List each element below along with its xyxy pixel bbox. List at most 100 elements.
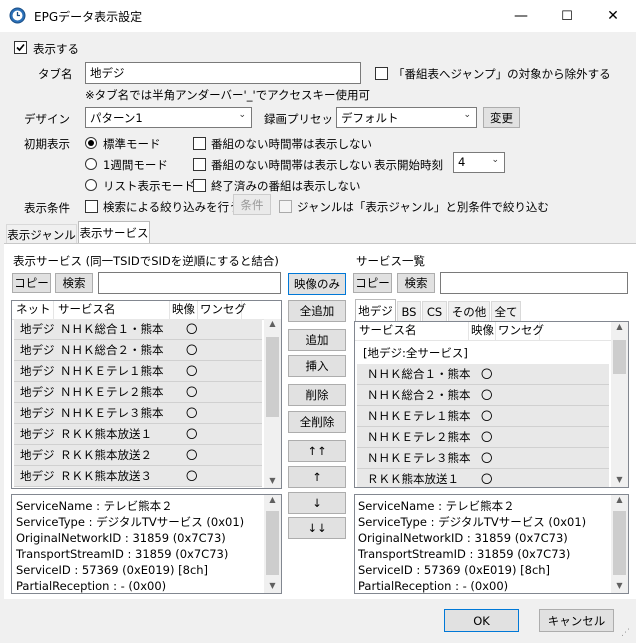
close-button[interactable]: ✕ (590, 0, 636, 32)
left-panel-title: 表示サービス (同一TSIDでSIDを逆順にすると結合) (13, 254, 279, 268)
insert-button[interactable]: 挿入 (288, 355, 346, 377)
move-bottom-button[interactable]: ↓↓ (288, 517, 346, 539)
table-row[interactable]: 地デジ ＮＨＫＥテレ２熊本 〇 (14, 382, 262, 403)
list-item[interactable]: ＲＫＫ熊本放送１ 〇 (357, 469, 609, 487)
start-time-value: 4 (458, 155, 466, 169)
show-checkbox[interactable] (14, 41, 27, 54)
list-item[interactable]: ＮＨＫＥテレ３熊本〇 (357, 448, 609, 469)
col-video[interactable]: 映像 (170, 301, 198, 319)
service-list-scrollbar[interactable]: ▲ ▼ (611, 322, 628, 487)
scroll-thumb[interactable] (266, 337, 279, 417)
scroll-down-icon[interactable]: ▼ (611, 581, 628, 590)
selected-service-list[interactable]: ネット サービス名 映像 ワンセグ 地デジ ＮＨＫ総合１・熊本〇 地デジ ＮＨＫ総合… (11, 300, 282, 489)
service-list[interactable]: サービス名 映像 ワンセグ [地デジ:全サービス] ＮＨＫ総合１・熊本〇 ＮＨＫ… (354, 321, 629, 488)
info-line: TransportStreamID : 31859 (0x7C73) (16, 547, 229, 561)
net-tab-other[interactable]: その他 (448, 301, 490, 321)
col-service-name[interactable]: サービス名 (355, 322, 469, 340)
right-copy-button[interactable]: コピー (353, 273, 392, 293)
list-item[interactable]: ＮＨＫ総合２・熊本〇 (357, 385, 609, 406)
exclude-jump-checkbox[interactable] (375, 67, 388, 80)
design-select[interactable]: パターン1 ⌄ (85, 107, 252, 128)
video-only-button[interactable]: 映像のみ (288, 273, 346, 295)
search-filter-checkbox[interactable] (85, 200, 98, 213)
col-oneseg[interactable]: ワンセグ (198, 301, 246, 319)
left-list-scrollbar[interactable]: ▲ ▼ (264, 319, 281, 488)
add-button[interactable]: 追加 (288, 329, 346, 351)
cell-name: ＮＨＫＥテレ３熊本 (60, 406, 164, 420)
table-row[interactable]: 地デジ ＲＫＫ熊本放送２ 〇 (14, 445, 262, 466)
cell-video: 〇 (186, 469, 198, 483)
left-search-button[interactable]: 検索 (55, 273, 93, 293)
right-search-button[interactable]: 検索 (397, 273, 435, 293)
cancel-button[interactable]: キャンセル (539, 609, 614, 632)
checkmark-icon (16, 43, 25, 52)
col-net[interactable]: ネット (12, 301, 54, 319)
table-row[interactable]: 地デジ ＮＨＫ総合１・熊本 〇 (14, 319, 262, 340)
net-tab-terrestrial[interactable]: 地デジ (355, 299, 396, 321)
cell-name: ＲＫＫ熊本放送３ (60, 469, 152, 483)
exclude-jump-label: 「番組表へジャンプ」の対象から除外する (393, 67, 611, 81)
right-info-scrollbar[interactable]: ▲ ▼ (611, 495, 628, 593)
right-search-input[interactable] (440, 272, 628, 294)
scroll-thumb[interactable] (613, 511, 626, 575)
hide-finished-checkbox[interactable] (193, 179, 206, 192)
col-video[interactable]: 映像 (469, 322, 496, 340)
table-row[interactable]: 地デジ ＮＨＫＥテレ３熊本 〇 (14, 403, 262, 424)
list-item[interactable]: ＮＨＫＥテレ１熊本〇 (357, 406, 609, 427)
tab-display-genre[interactable]: 表示ジャンル (6, 224, 77, 244)
info-line: ServiceID : 57369 (0xE019) [8ch] (16, 563, 209, 577)
condition-button[interactable]: 条件 (233, 194, 271, 215)
cell-name: ＲＫＫ熊本放送１ (367, 472, 459, 486)
delete-button[interactable]: 削除 (288, 384, 346, 406)
maximize-button[interactable]: ☐ (544, 0, 590, 32)
mode-standard-radio[interactable] (85, 137, 97, 149)
left-info-scrollbar[interactable]: ▲ ▼ (264, 495, 281, 593)
list-item[interactable]: ＮＨＫ総合１・熊本〇 (357, 364, 609, 385)
delete-all-button[interactable]: 全削除 (288, 411, 346, 433)
col-service-name[interactable]: サービス名 (54, 301, 170, 319)
table-row[interactable]: 地デジ ＲＫＫ熊本放送３ 〇 (14, 466, 262, 487)
info-line: ServiceName : テレビ熊本２ (358, 499, 515, 513)
mode-week-radio[interactable] (85, 158, 97, 170)
minimize-button[interactable]: — (498, 0, 544, 32)
net-tab-cs[interactable]: CS (422, 301, 447, 321)
scroll-down-icon[interactable]: ▼ (264, 581, 281, 590)
scroll-up-icon[interactable]: ▲ (611, 495, 628, 504)
net-tab-bs[interactable]: BS (397, 301, 421, 321)
scroll-up-icon[interactable]: ▲ (611, 322, 628, 331)
table-row[interactable]: 地デジ ＮＨＫ総合２・熊本 〇 (14, 340, 262, 361)
scroll-up-icon[interactable]: ▲ (264, 495, 281, 504)
scroll-up-icon[interactable]: ▲ (264, 319, 281, 328)
left-copy-button[interactable]: コピー (12, 273, 51, 293)
col-oneseg[interactable]: ワンセグ (496, 322, 544, 340)
start-time-select[interactable]: 4 ⌄ (453, 152, 505, 173)
hide-empty-week-checkbox[interactable] (193, 158, 206, 171)
genre-separate-checkbox[interactable] (279, 200, 292, 213)
left-search-input[interactable] (98, 272, 281, 294)
tab-display-service[interactable]: 表示サービス (78, 221, 150, 244)
scroll-thumb[interactable] (266, 511, 279, 575)
cell-name: ＮＨＫ総合２・熊本 (60, 343, 164, 357)
table-row[interactable]: 地デジ ＲＫＫ熊本放送１ 〇 (14, 424, 262, 445)
list-item[interactable]: ＮＨＫＥテレ２熊本〇 (357, 427, 609, 448)
move-down-button[interactable]: ↓ (288, 492, 346, 514)
add-all-button[interactable]: 全追加 (288, 300, 346, 322)
net-tab-all[interactable]: 全て (491, 301, 521, 321)
tabname-input[interactable]: 地デジ (85, 62, 361, 84)
scroll-down-icon[interactable]: ▼ (611, 475, 628, 484)
preset-label: 録画プリセット (264, 112, 345, 126)
scroll-thumb[interactable] (613, 340, 626, 374)
cell-video: 〇 (186, 427, 198, 441)
move-up-button[interactable]: ↑ (288, 466, 346, 488)
table-row[interactable]: 地デジ ＮＨＫＥテレ１熊本 〇 (14, 361, 262, 382)
cell-name: ＮＨＫＥテレ１熊本 (60, 364, 164, 378)
change-preset-button[interactable]: 変更 (483, 107, 520, 128)
mode-list-radio[interactable] (85, 179, 97, 191)
preset-select[interactable]: デフォルト ⌄ (336, 107, 477, 128)
scroll-down-icon[interactable]: ▼ (264, 476, 281, 485)
resize-grip-icon[interactable]: ⋰ (621, 628, 633, 640)
move-top-button[interactable]: ↑↑ (288, 440, 346, 462)
ok-button[interactable]: OK (444, 609, 519, 632)
hide-empty-standard-checkbox[interactable] (193, 137, 206, 150)
info-line: PartialReception : - (0x00) (16, 579, 167, 593)
